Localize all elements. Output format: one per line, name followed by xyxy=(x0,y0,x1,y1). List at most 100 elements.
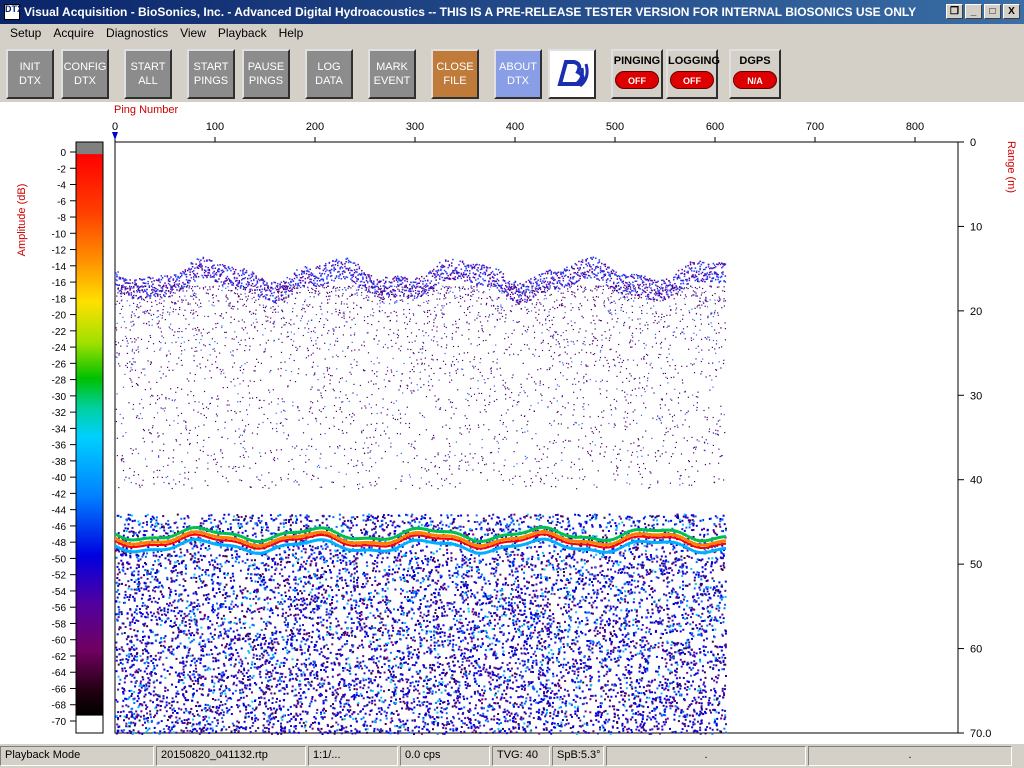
colorbar-tick-label: -30 xyxy=(52,392,67,403)
colorbar-label: Amplitude (dB) xyxy=(16,184,28,257)
x-tick-label: 700 xyxy=(806,121,824,133)
colorbar-tick-label: -66 xyxy=(52,684,67,695)
status-file: 20150820_041132.rtp xyxy=(156,746,306,766)
colorbar-tick-label: -34 xyxy=(52,424,67,435)
start-pings-button[interactable]: START PINGS xyxy=(187,49,235,99)
x-tick-label: 400 xyxy=(506,121,524,133)
x-tick-label: 800 xyxy=(906,121,924,133)
mark-event-button[interactable]: MARK EVENT xyxy=(368,49,416,99)
colorbar-tick-label: -56 xyxy=(52,603,67,614)
y-axis-label: Range (m) xyxy=(1005,141,1017,193)
colorbar-tick-label: -26 xyxy=(52,359,67,370)
dgps-state: N/A xyxy=(733,71,777,89)
y-tick-label: 30 xyxy=(970,390,982,402)
echogram-panel: Ping Number 0 100 200 300 400 500 600 700 800 01… xyxy=(0,102,1024,744)
colorbar-tick-label: -44 xyxy=(52,506,67,517)
x-tick-label: 100 xyxy=(206,121,224,133)
pause-pings-button[interactable]: PAUSE PINGS xyxy=(242,49,290,99)
colorbar-tick-label: -8 xyxy=(57,213,66,224)
log-data-button[interactable]: LOG DATA xyxy=(305,49,353,99)
y-tick-label: 70.0 xyxy=(970,728,991,740)
dgps-label: DGPS xyxy=(739,55,771,67)
plot-area xyxy=(114,141,959,734)
logging-label: LOGGING xyxy=(668,55,720,67)
app-icon: DTX xyxy=(4,4,23,20)
y-tick-label: 60 xyxy=(970,644,982,656)
title-bar: DTX Visual Acquisition - BioSonics, Inc.… xyxy=(0,0,1024,24)
init-dtx-button[interactable]: INIT DTX xyxy=(6,49,54,99)
menu-bar: Setup Acquire Diagnostics View Playback … xyxy=(0,24,1024,42)
restore-button[interactable]: ❐ xyxy=(946,4,963,19)
minimize-button[interactable]: _ xyxy=(965,4,982,19)
status-mode: Playback Mode xyxy=(0,746,154,766)
status-tvg: TVG: 40 xyxy=(492,746,550,766)
colorbar-tick-label: -24 xyxy=(52,343,67,354)
status-ratio: 1:1/... xyxy=(308,746,398,766)
status-rate: 0.0 cps xyxy=(400,746,490,766)
x-axis-ticks: 0 100 200 300 400 500 600 700 800 xyxy=(112,121,924,142)
colorbar-tick-label: -32 xyxy=(52,408,67,419)
status-extra-2: . xyxy=(808,746,1012,766)
colorbar-tick-label: -14 xyxy=(52,262,67,273)
colorbar-tick-label: -38 xyxy=(52,457,67,468)
menu-acquire[interactable]: Acquire xyxy=(47,24,100,42)
x-tick-label: 300 xyxy=(406,121,424,133)
close-file-button[interactable]: CLOSE FILE xyxy=(431,49,479,99)
y-axis-ticks: 0 10 20 30 40 50 60 70.0 xyxy=(958,137,991,740)
menu-help[interactable]: Help xyxy=(273,24,310,42)
colorbar-tick-label: -6 xyxy=(57,197,66,208)
pinging-state: OFF xyxy=(615,71,659,89)
colorbar xyxy=(75,141,104,734)
colorbar-tick-label: -68 xyxy=(52,701,67,712)
x-axis-label: Ping Number xyxy=(114,104,179,116)
colorbar-tick-label: -60 xyxy=(52,636,67,647)
pinging-indicator: PINGING OFF xyxy=(611,49,663,99)
colorbar-tick-label: -54 xyxy=(52,587,67,598)
x-tick-label: 600 xyxy=(706,121,724,133)
x-tick-label: 0 xyxy=(112,121,118,133)
echogram-svg: Ping Number 0 100 200 300 400 500 600 700 800 01… xyxy=(16,104,1017,740)
colorbar-tick-label: -18 xyxy=(52,294,67,305)
colorbar-tick-label: -46 xyxy=(52,522,67,533)
colorbar-tick-label: -50 xyxy=(52,554,67,565)
menu-playback[interactable]: Playback xyxy=(212,24,273,42)
y-tick-label: 0 xyxy=(970,137,976,149)
ping-marker-icon[interactable] xyxy=(112,132,118,140)
colorbar-tick-label: -42 xyxy=(52,489,67,500)
window-title: Visual Acquisition - BioSonics, Inc. - A… xyxy=(24,5,917,19)
biosonics-logo-icon xyxy=(557,60,589,88)
colorbar-tick-label: -10 xyxy=(52,229,67,240)
colorbar-tick-label: -70 xyxy=(52,717,67,728)
y-tick-label: 40 xyxy=(970,475,982,487)
dgps-indicator: DGPS N/A xyxy=(729,49,781,99)
biosonics-logo-button[interactable] xyxy=(548,49,596,99)
colorbar-tick-label: -48 xyxy=(52,538,67,549)
colorbar-tick-label: -22 xyxy=(52,327,67,338)
colorbar-ticks: 0 -2 -4 -6 -8 -10 -12 -14 -16 -18 -20 -22 -24 -26 -28 -… xyxy=(52,148,76,728)
colorbar-tick-label: -4 xyxy=(57,181,66,192)
maximize-button[interactable]: □ xyxy=(984,4,1001,19)
logging-state: OFF xyxy=(670,71,714,89)
close-window-button[interactable]: X xyxy=(1003,4,1020,19)
colorbar-tick-label: -62 xyxy=(52,652,67,663)
menu-diagnostics[interactable]: Diagnostics xyxy=(100,24,174,42)
about-dtx-button[interactable]: ABOUT DTX xyxy=(494,49,542,99)
colorbar-tick-label: -16 xyxy=(52,278,67,289)
start-all-button[interactable]: START ALL xyxy=(124,49,172,99)
colorbar-tick-label: -28 xyxy=(52,376,67,387)
colorbar-tick-label: -20 xyxy=(52,311,67,322)
colorbar-tick-label: -36 xyxy=(52,441,67,452)
menu-view[interactable]: View xyxy=(174,24,212,42)
y-tick-label: 50 xyxy=(970,559,982,571)
config-dtx-button[interactable]: CONFIG DTX xyxy=(61,49,109,99)
x-tick-label: 500 xyxy=(606,121,624,133)
colorbar-tick-label: -52 xyxy=(52,571,67,582)
menu-setup[interactable]: Setup xyxy=(4,24,47,42)
colorbar-tick-label: -58 xyxy=(52,619,67,630)
pinging-label: PINGING xyxy=(613,55,661,67)
toolbar: INIT DTX CONFIG DTX START ALL START PING… xyxy=(0,44,1024,102)
status-bar: Playback Mode 20150820_041132.rtp 1:1/..… xyxy=(0,744,1024,768)
status-extra-1: . xyxy=(606,746,806,766)
colorbar-tick-label: -2 xyxy=(57,164,66,175)
y-tick-label: 10 xyxy=(970,221,982,233)
